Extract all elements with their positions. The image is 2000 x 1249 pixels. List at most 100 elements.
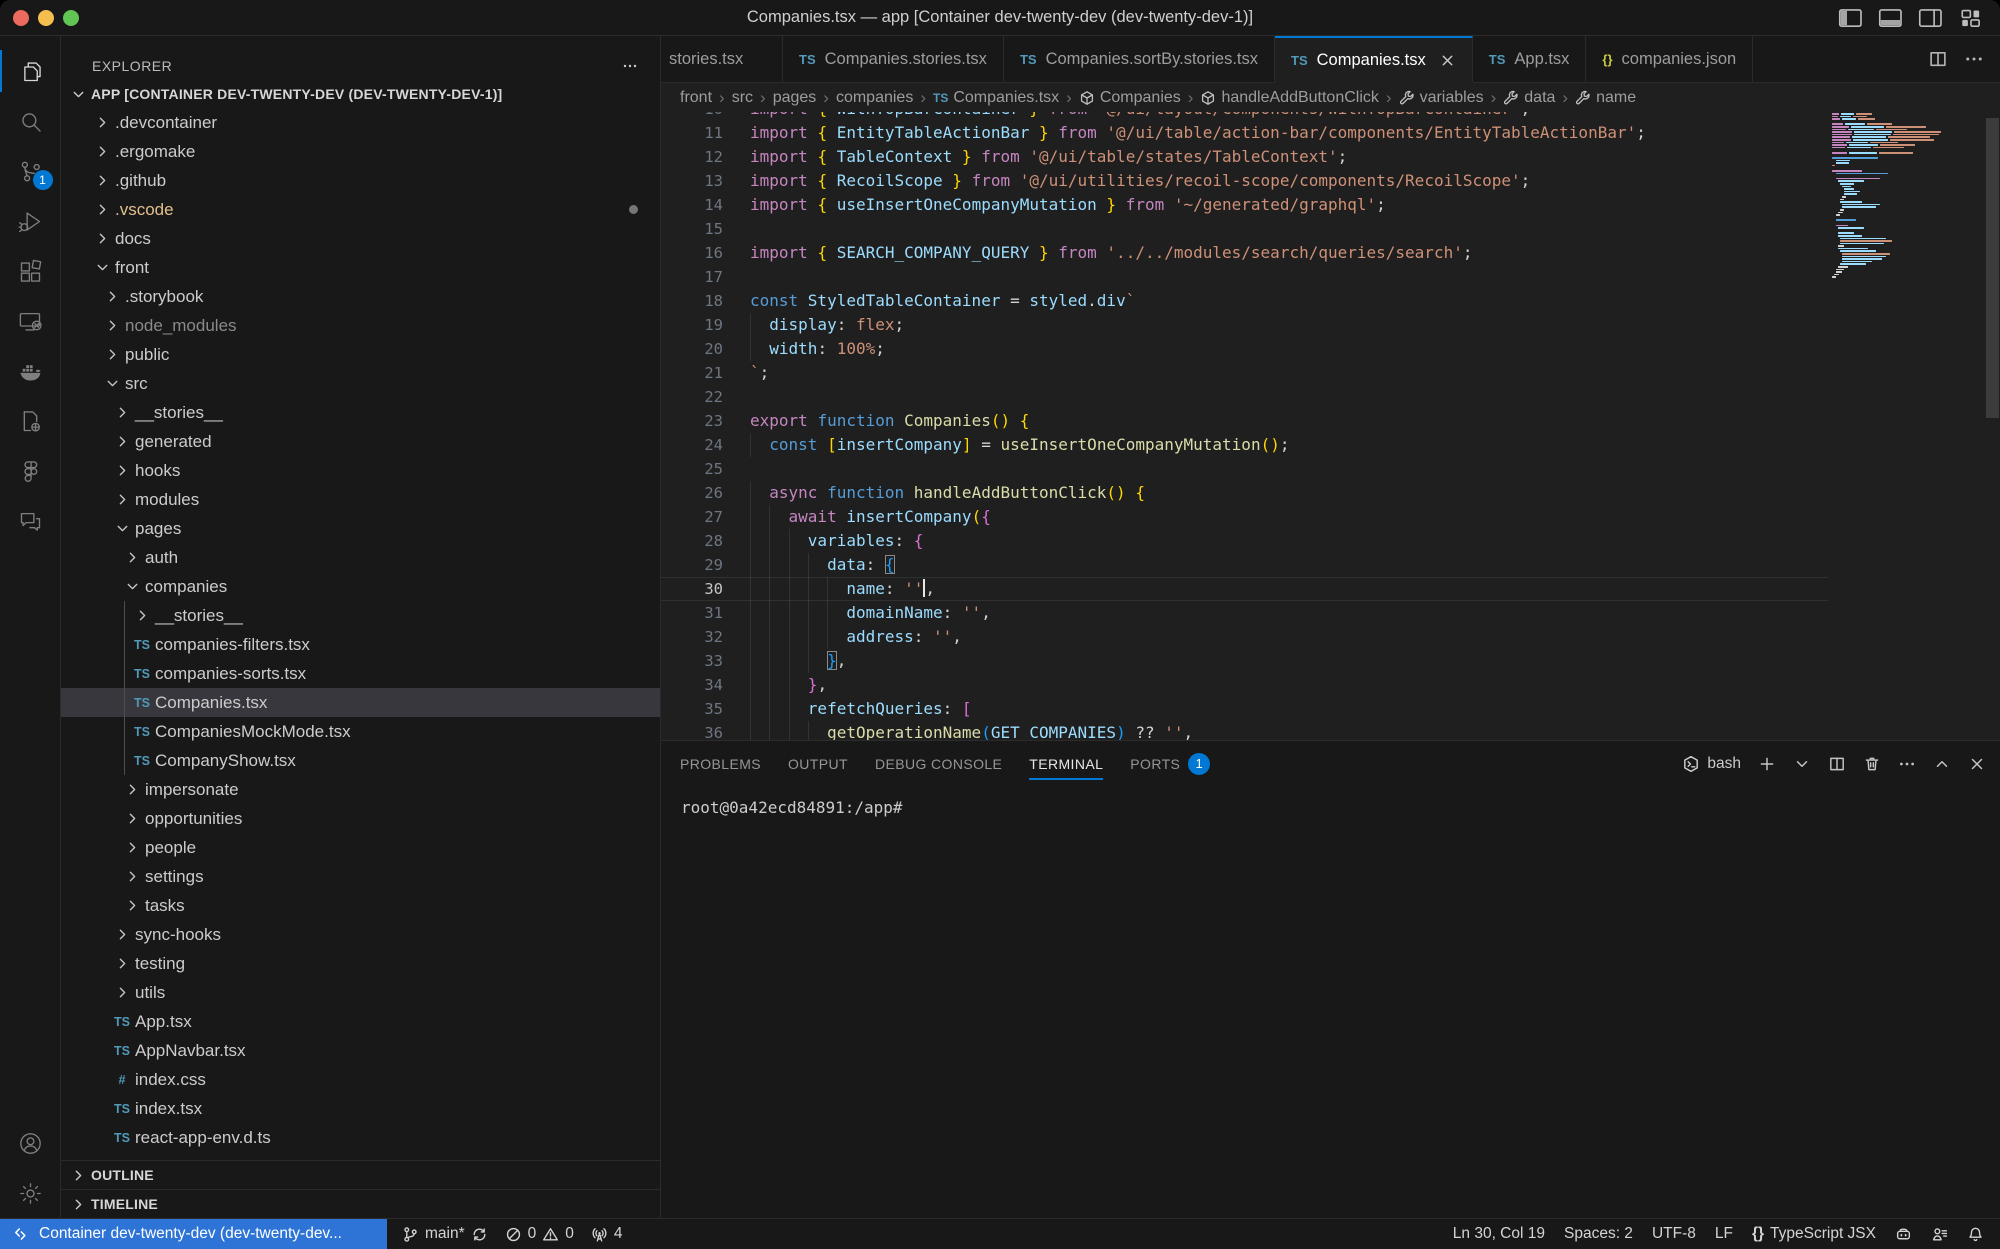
tree-item-__stories__[interactable]: __stories__ <box>61 398 660 427</box>
tree-item-.storybook[interactable]: .storybook <box>61 282 660 311</box>
code-line-28[interactable]: 28 variables: { <box>661 529 1828 553</box>
activity-item-comments[interactable] <box>0 496 61 546</box>
breadcrumb-companies[interactable]: companies <box>836 89 913 107</box>
tab-stories.tsx[interactable]: stories.tsx <box>661 36 783 82</box>
activity-item-docker[interactable] <box>0 346 61 396</box>
breadcrumb-Companies.tsx[interactable]: TSCompanies.tsx <box>933 89 1059 107</box>
sidebar-section-timeline[interactable]: TIMELINE <box>61 1189 660 1218</box>
split-editor-icon[interactable] <box>1928 49 1948 69</box>
tree-item-utils[interactable]: utils <box>61 978 660 1007</box>
code-line-31[interactable]: 31 domainName: '', <box>661 601 1828 625</box>
tree-item-modules[interactable]: modules <box>61 485 660 514</box>
status-lf[interactable]: LF <box>1715 1225 1733 1243</box>
terminal-shell-selector[interactable]: bash <box>1682 755 1741 773</box>
tree-item-.vscode[interactable]: .vscode <box>61 195 660 224</box>
tree-item-people[interactable]: people <box>61 833 660 862</box>
code-line-35[interactable]: 35 refetchQueries: [ <box>661 697 1828 721</box>
tree-item-src[interactable]: src <box>61 369 660 398</box>
code-line-11[interactable]: 11import { EntityTableActionBar } from '… <box>661 121 1828 145</box>
tree-item-react-app-env.d.ts[interactable]: TSreact-app-env.d.ts <box>61 1123 660 1152</box>
tree-item-public[interactable]: public <box>61 340 660 369</box>
tab-Companies.stories.tsx[interactable]: TSCompanies.stories.tsx <box>783 36 1004 82</box>
code-line-10[interactable]: 10import { WithTopBarContainer } from '@… <box>661 112 1828 121</box>
tab-companies.json[interactable]: {}companies.json <box>1586 36 1753 82</box>
status-copilot[interactable] <box>1895 1226 1912 1243</box>
tree-item-CompanyShow.tsx[interactable]: TSCompanyShow.tsx <box>61 746 660 775</box>
ellipsis-icon[interactable] <box>1964 49 1984 69</box>
trash-icon[interactable] <box>1863 755 1881 773</box>
tree-item-Companies.tsx[interactable]: TSCompanies.tsx <box>61 688 660 717</box>
minimap[interactable] <box>1828 112 1985 740</box>
tree-item-settings[interactable]: settings <box>61 862 660 891</box>
terminal-output[interactable]: root@0a42ecd84891:/app# <box>661 786 2000 1218</box>
tree-item-opportunities[interactable]: opportunities <box>61 804 660 833</box>
sidebar-section-outline[interactable]: OUTLINE <box>61 1160 660 1189</box>
tree-item-hooks[interactable]: hooks <box>61 456 660 485</box>
code-line-12[interactable]: 12import { TableContext } from '@/ui/tab… <box>661 145 1828 169</box>
tree-item-CompaniesMockMode.tsx[interactable]: TSCompaniesMockMode.tsx <box>61 717 660 746</box>
chevron-up-icon[interactable] <box>1933 755 1951 773</box>
tree-item-sync-hooks[interactable]: sync-hooks <box>61 920 660 949</box>
activity-item-source-control[interactable]: 1 <box>0 146 61 196</box>
chevron-down-icon[interactable] <box>1793 755 1811 773</box>
activity-item-settings[interactable] <box>0 1168 61 1218</box>
tree-item-index.css[interactable]: #index.css <box>61 1065 660 1094</box>
code-line-34[interactable]: 34 }, <box>661 673 1828 697</box>
panel-tab-output[interactable]: OUTPUT <box>788 741 848 786</box>
tree-item-testing[interactable]: testing <box>61 949 660 978</box>
code-line-22[interactable]: 22 <box>661 385 1828 409</box>
status-ln-30-col-19[interactable]: Ln 30, Col 19 <box>1453 1225 1545 1243</box>
tree-item-companies-sorts.tsx[interactable]: TScompanies-sorts.tsx <box>61 659 660 688</box>
tree-item-App.tsx[interactable]: TSApp.tsx <box>61 1007 660 1036</box>
code-area[interactable]: 10import { WithTopBarContainer } from '@… <box>661 112 1828 740</box>
explorer-more-actions-icon[interactable] <box>620 58 640 74</box>
tree-item-.devcontainer[interactable]: .devcontainer <box>61 108 660 137</box>
code-line-16[interactable]: 16import { SEARCH_COMPANY_QUERY } from '… <box>661 241 1828 265</box>
code-line-26[interactable]: 26 async function handleAddButtonClick()… <box>661 481 1828 505</box>
code-line-21[interactable]: 21`; <box>661 361 1828 385</box>
status-typescript-jsx[interactable]: {}TypeScript JSX <box>1752 1225 1876 1243</box>
tree-item-pages[interactable]: pages <box>61 514 660 543</box>
tree-item-AppNavbar.tsx[interactable]: TSAppNavbar.tsx <box>61 1036 660 1065</box>
breadcrumb-front[interactable]: front <box>680 89 712 107</box>
code-line-20[interactable]: 20 width: 100%; <box>661 337 1828 361</box>
ellipsis-icon[interactable] <box>1898 755 1916 773</box>
add-icon[interactable] <box>1758 755 1776 773</box>
code-line-27[interactable]: 27 await insertCompany({ <box>661 505 1828 529</box>
split-editor-icon[interactable] <box>1828 755 1846 773</box>
tab-Companies.tsx[interactable]: TSCompanies.tsx <box>1275 36 1473 82</box>
status-spaces-2[interactable]: Spaces: 2 <box>1564 1225 1633 1243</box>
tree-item-__stories__[interactable]: __stories__ <box>61 601 660 630</box>
breadcrumb-pages[interactable]: pages <box>773 89 817 107</box>
problems-status[interactable]: 00 <box>505 1225 574 1243</box>
code-line-29[interactable]: 29 data: { <box>661 553 1828 577</box>
minimize-window-button[interactable] <box>38 10 54 26</box>
code-line-24[interactable]: 24 const [insertCompany] = useInsertOneC… <box>661 433 1828 457</box>
tree-item-index.tsx[interactable]: TSindex.tsx <box>61 1094 660 1123</box>
zoom-window-button[interactable] <box>63 10 79 26</box>
status-utf-8[interactable]: UTF-8 <box>1652 1225 1696 1243</box>
breadcrumb-name[interactable]: name <box>1575 89 1636 107</box>
code-line-13[interactable]: 13import { RecoilScope } from '@/ui/util… <box>661 169 1828 193</box>
tree-item-generated[interactable]: generated <box>61 427 660 456</box>
code-line-23[interactable]: 23export function Companies() { <box>661 409 1828 433</box>
code-line-18[interactable]: 18const StyledTableContainer = styled.di… <box>661 289 1828 313</box>
breadcrumb-src[interactable]: src <box>732 89 753 107</box>
code-line-33[interactable]: 33 }, <box>661 649 1828 673</box>
panel-tab-ports[interactable]: PORTS1 <box>1130 741 1210 786</box>
panel-tab-debug-console[interactable]: DEBUG CONSOLE <box>875 741 1002 786</box>
activity-item-container-tools[interactable] <box>0 396 61 446</box>
activity-item-remote-explorer[interactable] <box>0 296 61 346</box>
tree-item-impersonate[interactable]: impersonate <box>61 775 660 804</box>
status-bell[interactable] <box>1967 1226 1984 1243</box>
breadcrumb-data[interactable]: data <box>1503 89 1555 107</box>
remote-indicator[interactable]: Container dev-twenty-dev (dev-twenty-dev… <box>0 1219 387 1249</box>
code-line-17[interactable]: 17 <box>661 265 1828 289</box>
code-line-15[interactable]: 15 <box>661 217 1828 241</box>
code-line-32[interactable]: 32 address: '', <box>661 625 1828 649</box>
tree-item-companies-filters.tsx[interactable]: TScompanies-filters.tsx <box>61 630 660 659</box>
activity-item-figma[interactable] <box>0 446 61 496</box>
panel-tab-terminal[interactable]: TERMINAL <box>1029 741 1103 786</box>
tree-item-auth[interactable]: auth <box>61 543 660 572</box>
panel-tab-problems[interactable]: PROBLEMS <box>680 741 761 786</box>
